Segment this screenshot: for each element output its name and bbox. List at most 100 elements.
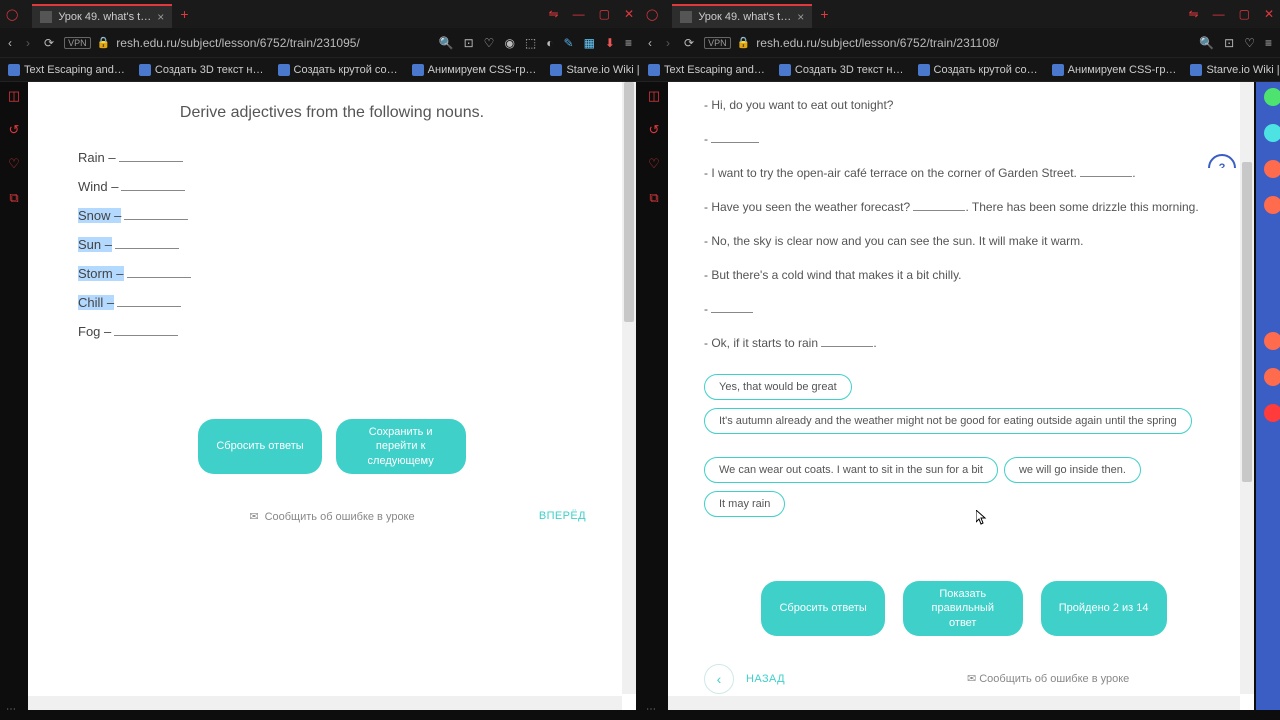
answer-blank[interactable] xyxy=(115,237,179,249)
answer-blank[interactable] xyxy=(114,324,178,336)
forward-link[interactable]: ВПЕРЁД xyxy=(539,510,586,522)
bookmark-item[interactable]: Создать крутой со… xyxy=(918,64,1038,76)
forward-icon[interactable]: › xyxy=(666,36,670,50)
answer-blank[interactable] xyxy=(711,133,759,143)
answer-blank[interactable] xyxy=(124,208,188,220)
show-answer-button[interactable]: Показать правильный ответ xyxy=(903,581,1023,636)
maximize-icon[interactable]: ▢ xyxy=(599,7,610,21)
save-next-button[interactable]: Сохранить и перейти к следующему xyxy=(336,419,466,474)
answer-chip[interactable]: we will go inside then. xyxy=(1004,457,1141,483)
opera-icon[interactable]: ◯ xyxy=(6,8,18,21)
close-tab-icon[interactable]: × xyxy=(157,10,164,24)
report-error-link[interactable]: ✉Сообщить об ошибке в уроке xyxy=(78,510,586,523)
noun-row: Sun – xyxy=(78,237,586,252)
bookmark-icon[interactable]: ♡ xyxy=(1244,36,1255,50)
url-display[interactable]: VPN 🔒 resh.edu.ru/subject/lesson/6752/tr… xyxy=(704,36,999,50)
side-circle[interactable] xyxy=(1264,368,1280,386)
back-icon[interactable]: ‹ xyxy=(648,36,652,50)
sidebar-icon[interactable]: ⧉ xyxy=(6,190,22,206)
close-window-icon[interactable]: ✕ xyxy=(624,7,634,21)
answer-chip[interactable]: Yes, that would be great xyxy=(704,374,852,400)
sidebar-icon[interactable]: ◫ xyxy=(6,88,22,104)
bookmark-item[interactable]: Text Escaping and… xyxy=(648,64,765,76)
minimize-icon[interactable]: — xyxy=(573,7,585,21)
answer-blank[interactable] xyxy=(913,201,965,211)
reload-icon[interactable]: ⟳ xyxy=(684,36,694,50)
reset-button[interactable]: Сбросить ответы xyxy=(761,581,884,636)
camera-icon[interactable]: ⊡ xyxy=(1224,36,1234,50)
horizontal-scrollbar[interactable] xyxy=(668,696,1240,710)
reload-icon[interactable]: ⟳ xyxy=(44,36,54,50)
sidebar-icon[interactable]: ↺ xyxy=(6,122,22,138)
answer-blank[interactable] xyxy=(117,295,181,307)
opera-icon[interactable]: ◯ xyxy=(646,8,658,21)
ext2-icon[interactable]: ⬚ xyxy=(525,36,536,50)
bookmark-item[interactable]: Создать крутой со… xyxy=(278,64,398,76)
new-tab-button[interactable]: + xyxy=(820,6,828,22)
maximize-icon[interactable]: ▢ xyxy=(1239,7,1250,21)
side-circle[interactable] xyxy=(1264,88,1280,106)
bookmark-item[interactable]: Text Escaping and… xyxy=(8,64,125,76)
bookmark-item[interactable]: Создать 3D текст н… xyxy=(779,64,904,76)
answer-blank[interactable] xyxy=(711,303,753,313)
sync-icon[interactable]: ⇋ xyxy=(549,7,559,21)
vpn-badge[interactable]: VPN xyxy=(64,37,91,49)
bookmark-item[interactable]: Starve.io Wiki | Fan… xyxy=(1190,64,1280,76)
vertical-scrollbar[interactable] xyxy=(1240,82,1254,694)
menu-icon[interactable]: ≡ xyxy=(1265,36,1272,50)
answer-blank[interactable] xyxy=(121,179,185,191)
download-icon[interactable]: ⬇ xyxy=(605,36,615,50)
bookmark-icon[interactable]: ♡ xyxy=(484,36,495,50)
horizontal-scrollbar[interactable] xyxy=(28,696,622,710)
side-circle[interactable] xyxy=(1264,404,1280,422)
close-tab-icon[interactable]: × xyxy=(797,10,804,24)
sidebar-icon[interactable]: ♡ xyxy=(6,156,22,172)
url-display[interactable]: VPN 🔒 resh.edu.ru/subject/lesson/6752/tr… xyxy=(64,36,360,50)
report-error-link[interactable]: ✉ Сообщить об ошибке в уроке xyxy=(967,672,1129,685)
back-link[interactable]: НАЗАД xyxy=(746,673,785,685)
sidebar-icon[interactable]: ⧉ xyxy=(646,190,662,206)
side-circle[interactable] xyxy=(1264,196,1280,214)
close-window-icon[interactable]: ✕ xyxy=(1264,7,1274,21)
noun-label: Storm – xyxy=(78,266,124,281)
browser-tab[interactable]: Урок 49. what's the weath… × xyxy=(32,4,172,28)
side-circle[interactable] xyxy=(1264,160,1280,178)
answer-chip[interactable]: It's autumn already and the weather migh… xyxy=(704,408,1192,434)
search-icon[interactable]: 🔍 xyxy=(1199,36,1214,50)
search-icon[interactable]: 🔍 xyxy=(439,36,454,50)
vertical-scrollbar[interactable] xyxy=(622,82,636,694)
back-icon[interactable]: ‹ xyxy=(8,36,12,50)
sidebar-icon[interactable]: ♡ xyxy=(646,156,662,172)
side-circle[interactable] xyxy=(1264,124,1280,142)
bookmark-item[interactable]: Анимируем CSS-гр… xyxy=(412,64,537,76)
minimize-icon[interactable]: — xyxy=(1213,7,1225,21)
ext4-icon[interactable]: ✎ xyxy=(564,36,574,50)
reset-button[interactable]: Сбросить ответы xyxy=(198,419,321,474)
browser-tab[interactable]: Урок 49. what's the weath… × xyxy=(672,4,812,28)
bookmark-item[interactable]: Создать 3D текст н… xyxy=(139,64,264,76)
ext5-icon[interactable]: ▦ xyxy=(584,36,595,50)
answer-blank[interactable] xyxy=(119,150,183,162)
menu-icon[interactable]: ≡ xyxy=(625,36,632,50)
address-bar: ‹ › ⟳ VPN 🔒 resh.edu.ru/subject/lesson/6… xyxy=(640,28,1280,58)
sidebar-icon[interactable]: ◫ xyxy=(646,88,662,104)
answer-chip[interactable]: We can wear out coats. I want to sit in … xyxy=(704,457,998,483)
answer-blank[interactable] xyxy=(1080,167,1132,177)
sync-icon[interactable]: ⇋ xyxy=(1189,7,1199,21)
bookmark-favicon-icon xyxy=(779,64,791,76)
ext3-icon[interactable]: ◐ xyxy=(546,36,553,50)
side-circle[interactable] xyxy=(1264,332,1280,350)
ext1-icon[interactable]: ◉ xyxy=(504,36,514,50)
camera-icon[interactable]: ⊡ xyxy=(464,36,474,50)
back-circle-button[interactable]: ‹ xyxy=(704,664,734,694)
progress-button[interactable]: Пройдено 2 из 14 xyxy=(1041,581,1167,636)
bookmark-item[interactable]: Анимируем CSS-гр… xyxy=(1052,64,1177,76)
answer-blank[interactable] xyxy=(821,337,873,347)
forward-icon[interactable]: › xyxy=(26,36,30,50)
vpn-badge[interactable]: VPN xyxy=(704,37,731,49)
noun-row: Wind – xyxy=(78,179,586,194)
sidebar-icon[interactable]: ↺ xyxy=(646,122,662,138)
answer-chip[interactable]: It may rain xyxy=(704,491,785,517)
answer-blank[interactable] xyxy=(127,266,191,278)
new-tab-button[interactable]: + xyxy=(180,6,188,22)
